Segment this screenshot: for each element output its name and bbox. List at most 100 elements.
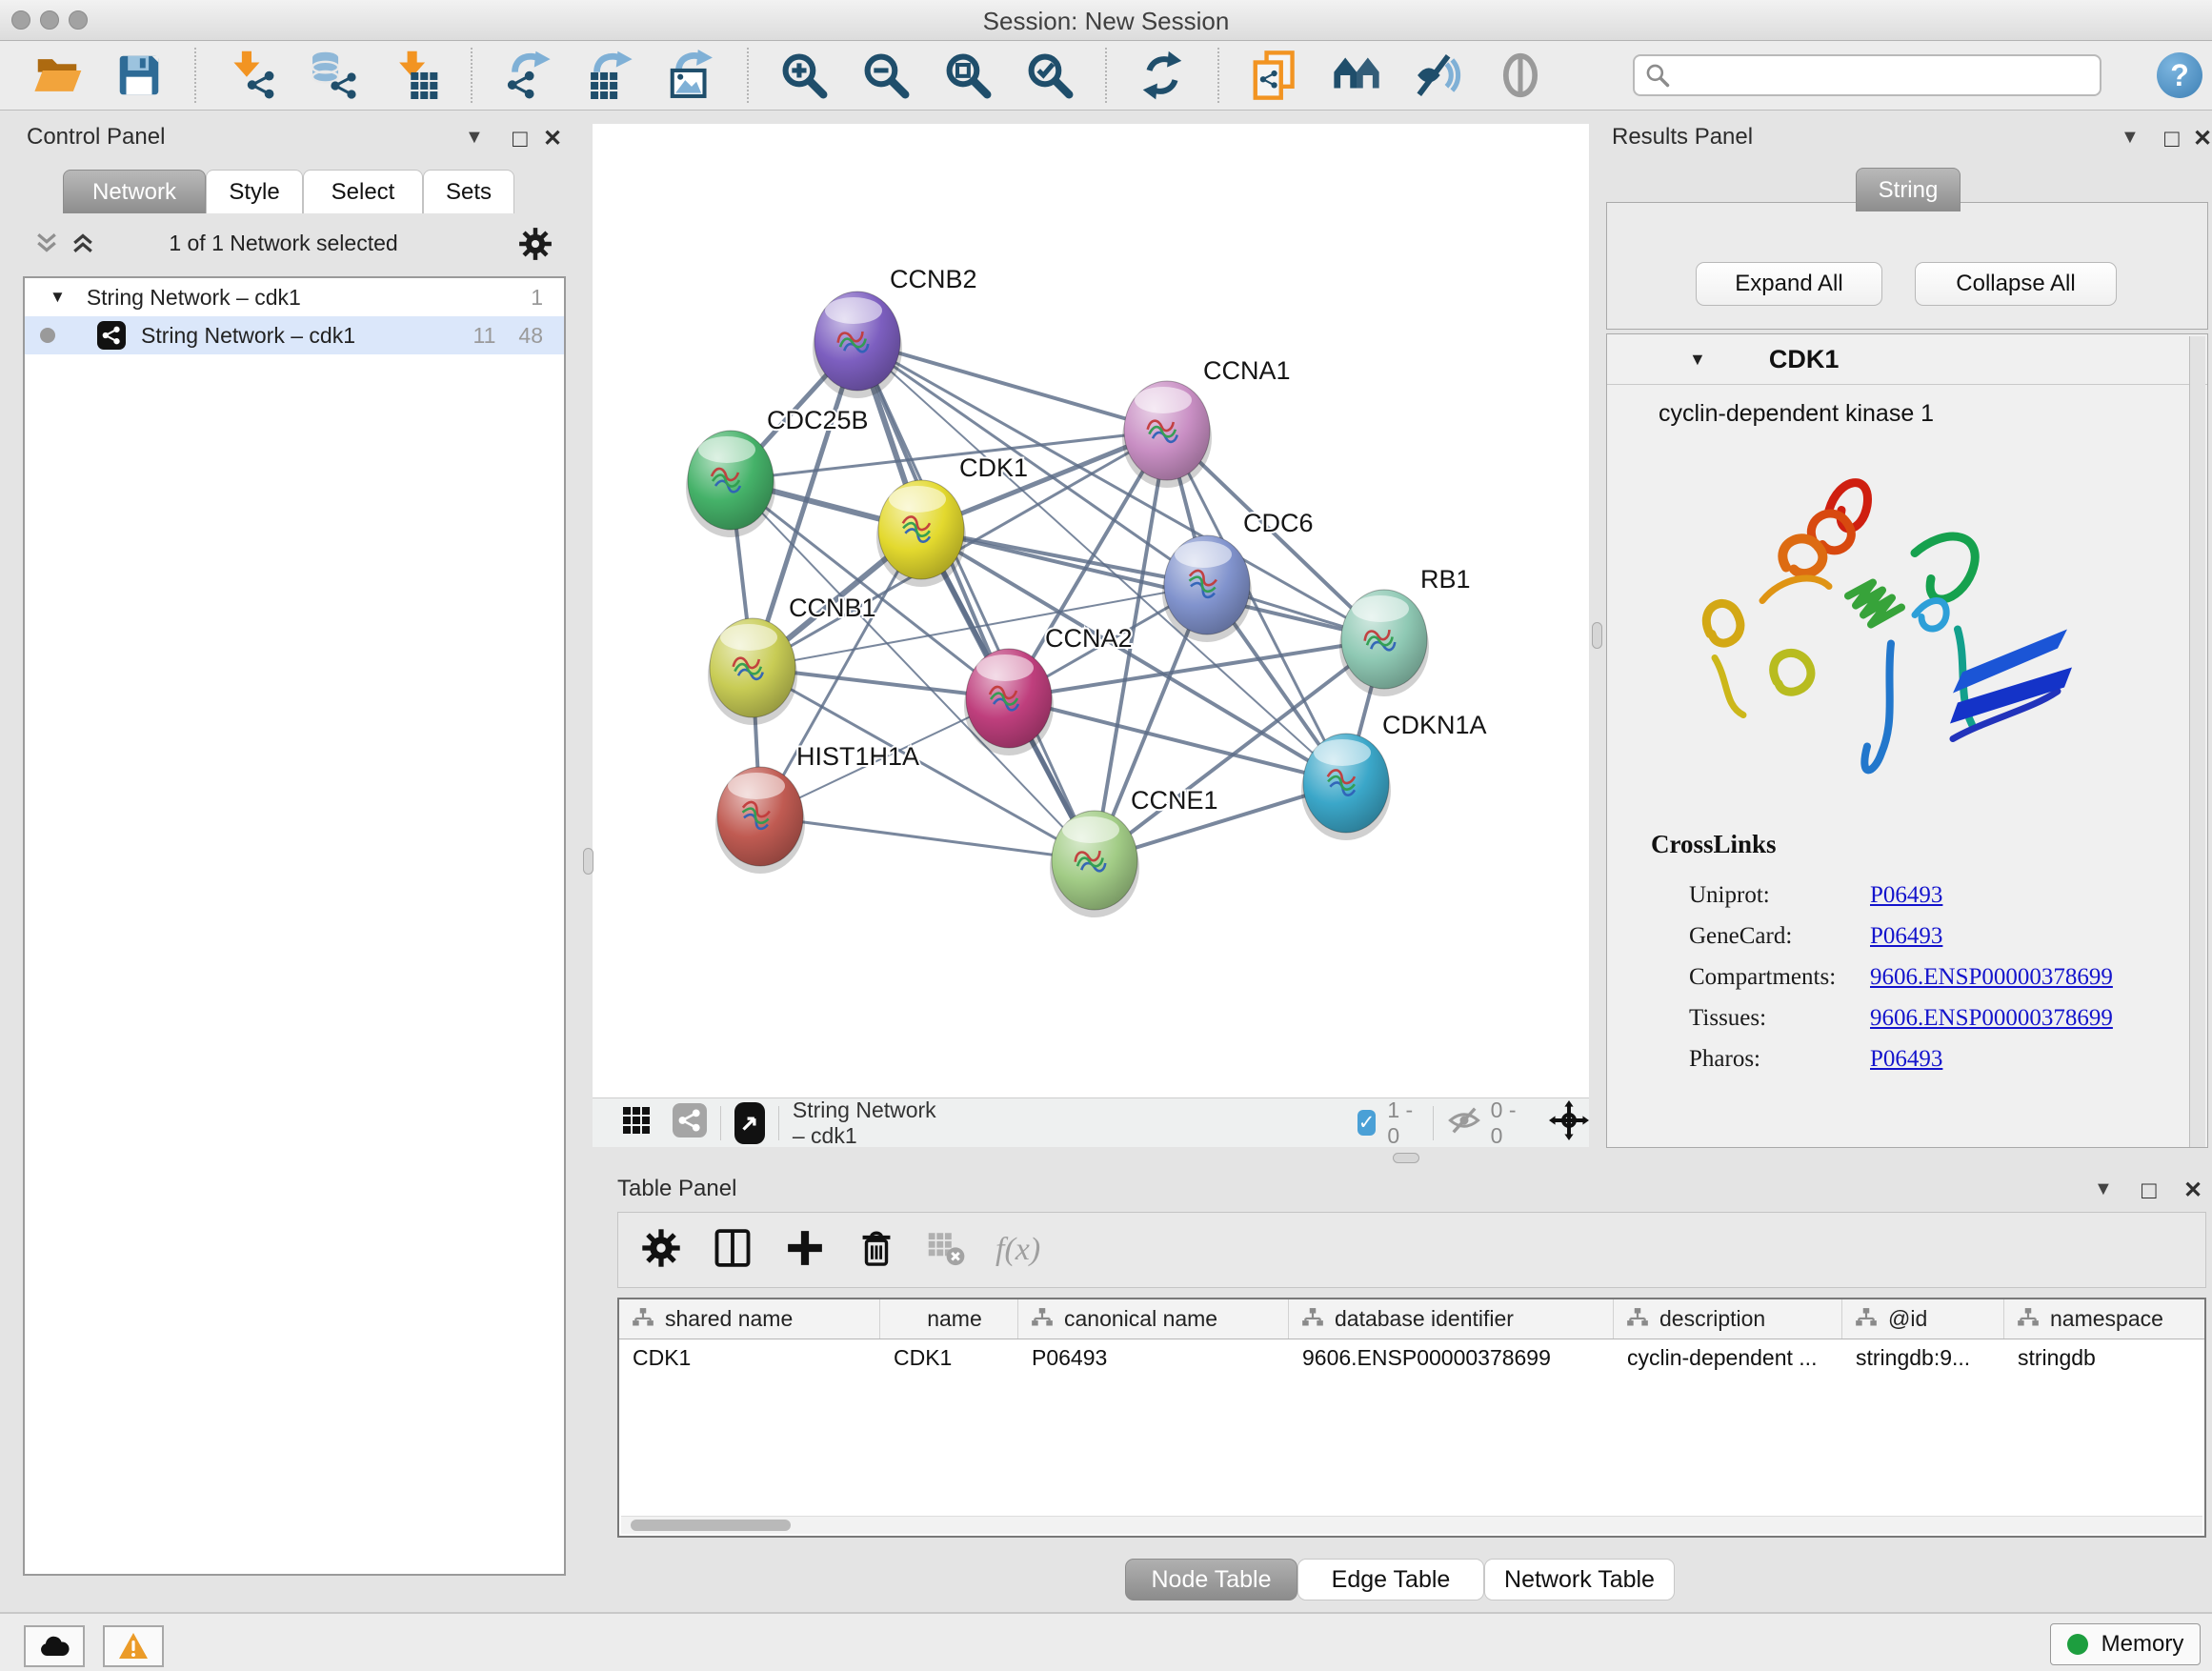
table-row[interactable]: CDK1 CDK1 P06493 9606.ENSP00000378699 cy… (619, 1339, 2204, 1376)
column-header-canonical-name[interactable]: canonical name (1018, 1299, 1289, 1339)
table-panel-maximize-icon[interactable]: □ (2142, 1176, 2157, 1205)
column-header-database-identifier[interactable]: database identifier (1289, 1299, 1614, 1339)
node-CDK1[interactable] (876, 480, 966, 587)
tab-edge-table[interactable]: Edge Table (1297, 1559, 1484, 1601)
warnings-button[interactable] (103, 1625, 164, 1667)
zoom-in-icon[interactable] (777, 49, 831, 102)
add-column-icon[interactable] (784, 1227, 826, 1274)
column-label: name (927, 1306, 982, 1332)
left-splitter-handle[interactable] (583, 848, 593, 875)
collection-expander-icon[interactable]: ▼ (50, 288, 66, 307)
selected-checkbox-icon[interactable]: ✓ (1357, 1110, 1377, 1136)
tab-select[interactable]: Select (303, 170, 423, 213)
column-header-id[interactable]: @id (1842, 1299, 2004, 1339)
first-neighbors-icon[interactable] (1330, 49, 1383, 102)
table-panel-collapse-icon[interactable]: ▼ (2094, 1178, 2113, 1200)
open-session-icon[interactable] (30, 49, 84, 102)
window-title-bar: Session: New Session (0, 0, 2212, 41)
control-panel-collapse-icon[interactable]: ▼ (465, 127, 484, 149)
crosslinks-heading: CrossLinks (1651, 830, 1777, 859)
network-collection-row[interactable]: ▼ String Network – cdk1 1 (25, 278, 564, 316)
zoom-out-icon[interactable] (859, 49, 913, 102)
node-table: shared name name canonical name database… (617, 1298, 2206, 1538)
scrollbar-thumb[interactable] (631, 1520, 791, 1531)
tab-node-table[interactable]: Node Table (1125, 1559, 1297, 1601)
protein-expander-icon[interactable]: ▼ (1689, 350, 1706, 370)
import-table-file-icon[interactable] (389, 49, 442, 102)
search-input[interactable] (1633, 54, 2101, 96)
column-header-name[interactable]: name (880, 1299, 1018, 1339)
memory-button[interactable]: Memory (2050, 1623, 2201, 1665)
crosslink-pharos-link[interactable]: P06493 (1870, 1046, 1942, 1073)
expand-all-button[interactable]: Expand All (1696, 262, 1882, 306)
export-image-icon[interactable] (665, 49, 718, 102)
delete-column-trash-icon[interactable] (856, 1228, 896, 1273)
node-label-CDK1: CDK1 (959, 453, 1028, 482)
crosslink-genecard-link[interactable]: P06493 (1870, 923, 1942, 950)
tab-string[interactable]: String (1856, 168, 1961, 211)
column-header-description[interactable]: description (1614, 1299, 1842, 1339)
export-network-icon[interactable] (501, 49, 554, 102)
control-panel-maximize-icon[interactable]: □ (513, 124, 528, 153)
network-row[interactable]: String Network – cdk1 11 48 (25, 316, 564, 354)
export-table-icon[interactable] (583, 49, 636, 102)
node-RB1[interactable] (1339, 590, 1429, 696)
selected-node-edge-counts: 1 - 0 (1387, 1097, 1418, 1149)
results-panel-collapse-icon[interactable]: ▼ (2121, 127, 2140, 149)
node-CCNA2[interactable] (964, 649, 1054, 755)
column-header-shared-name[interactable]: shared name (619, 1299, 880, 1339)
tree-column-icon (1625, 1307, 1650, 1332)
collapse-all-button[interactable]: Collapse All (1915, 262, 2117, 306)
network-view-type-icon[interactable] (673, 1103, 707, 1143)
crosslink-uniprot-link[interactable]: P06493 (1870, 882, 1942, 909)
table-panel-close-icon[interactable]: ✕ (2183, 1177, 2202, 1204)
node-CDKN1A[interactable] (1301, 734, 1391, 840)
tab-style[interactable]: Style (206, 170, 303, 213)
cloud-icon (38, 1634, 70, 1659)
import-network-file-icon[interactable] (225, 49, 278, 102)
network-options-gear-icon[interactable] (518, 227, 553, 266)
network-canvas[interactable]: CCNB2CCNA1CDC25BCDK1CDC6RB1CCNB1CCNA2CDK… (593, 124, 1589, 1097)
results-panel-close-icon[interactable]: ✕ (2193, 125, 2212, 152)
refresh-icon[interactable] (1136, 49, 1189, 102)
node-CDC6[interactable] (1162, 535, 1252, 642)
crosslink-compartments-link[interactable]: 9606.ENSP00000378699 (1870, 964, 2113, 991)
table-header-row: shared name name canonical name database… (619, 1299, 2204, 1339)
control-panel-close-icon[interactable]: ✕ (543, 125, 562, 152)
crosslink-tissues-link[interactable]: 9606.ENSP00000378699 (1870, 1005, 2113, 1032)
node-CCNB1[interactable] (708, 618, 797, 725)
birds-eye-view-icon[interactable] (734, 1102, 765, 1144)
node-HIST1H1A[interactable] (715, 767, 805, 874)
table-settings-gear-icon[interactable] (641, 1228, 681, 1273)
show-all-icon[interactable] (1494, 49, 1547, 102)
right-splitter-handle[interactable] (1592, 622, 1602, 649)
node-CCNB2[interactable] (813, 292, 902, 398)
zoom-fit-icon[interactable] (941, 49, 995, 102)
hide-selected-icon[interactable] (1412, 49, 1465, 102)
pan-crosshair-icon[interactable] (1549, 1100, 1589, 1146)
node-label-HIST1H1A: HIST1H1A (796, 742, 919, 771)
node-CDC25B[interactable] (686, 431, 775, 537)
import-network-database-icon[interactable] (307, 49, 360, 102)
footer-separator (720, 1106, 721, 1140)
help-button[interactable]: ? (2157, 52, 2202, 98)
tab-sets[interactable]: Sets (423, 170, 514, 213)
tab-network-table[interactable]: Network Table (1484, 1559, 1675, 1601)
results-panel-maximize-icon[interactable]: □ (2164, 124, 2180, 153)
cloud-status-button[interactable] (24, 1625, 85, 1667)
save-session-icon[interactable] (112, 49, 166, 102)
table-toolbar: f(x) (617, 1212, 2206, 1288)
bottom-splitter-handle[interactable] (1393, 1153, 1419, 1163)
node-CCNA1[interactable] (1122, 381, 1212, 488)
node-CCNE1[interactable] (1050, 811, 1139, 917)
results-scrollbar[interactable] (2189, 336, 2205, 1147)
column-header-namespace[interactable]: namespace (2004, 1299, 2204, 1339)
show-columns-icon[interactable] (712, 1227, 754, 1274)
cell-description: cyclin-dependent ... (1614, 1345, 1842, 1371)
grid-view-icon[interactable] (621, 1105, 652, 1141)
zoom-selected-icon[interactable] (1023, 49, 1076, 102)
node-label-CDC25B: CDC25B (767, 406, 869, 434)
hidden-eye-slash-icon[interactable] (1447, 1103, 1481, 1143)
tab-network[interactable]: Network (63, 170, 206, 213)
new-network-from-selection-icon[interactable] (1248, 49, 1301, 102)
